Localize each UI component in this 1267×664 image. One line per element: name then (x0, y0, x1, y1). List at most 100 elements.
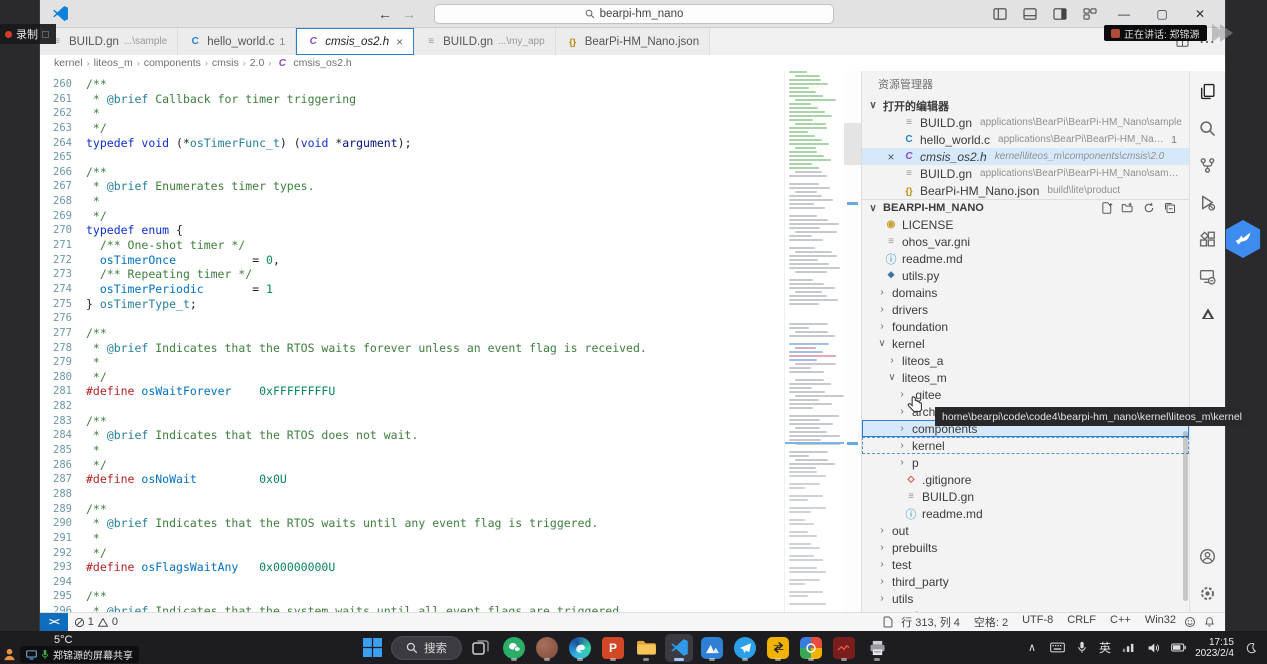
code-line[interactable]: 287#define osNoWait 0x0U (40, 472, 784, 487)
code-editor[interactable]: 260/**261 * @brief Callback for timer tr… (40, 71, 861, 612)
tree-item-prebuilts[interactable]: ›prebuilts (862, 539, 1189, 556)
start-button[interactable] (358, 634, 386, 662)
open-editor-item[interactable]: ×Ccmsis_os2.hkernel\liteos_m\components\… (862, 148, 1189, 165)
tree-item-kernel[interactable]: ›kernel (862, 437, 1189, 454)
refresh-icon[interactable] (1141, 202, 1156, 214)
focus-moon-icon[interactable] (1243, 642, 1259, 654)
code-line[interactable]: 264typedef void (*osTimerFunc_t) (void *… (40, 136, 784, 151)
tray-chevron-up-icon[interactable]: ∧ (1024, 641, 1040, 654)
editor-scrollbar[interactable] (844, 71, 861, 612)
code-line[interactable]: 288 (40, 487, 784, 502)
tab-close-icon[interactable]: × (396, 35, 403, 49)
code-line[interactable]: 269 */ (40, 209, 784, 224)
tab-BUILD.gn[interactable]: ≡BUILD.gn...\sample (40, 28, 178, 55)
code-line[interactable]: 285 * (40, 443, 784, 458)
tree-item-test[interactable]: ›test (862, 556, 1189, 573)
tree-item-.gitignore[interactable]: ⬦.gitignore (862, 471, 1189, 488)
code-line[interactable]: 293#define osFlagsWaitAny 0x00000000U (40, 560, 784, 575)
code-line[interactable]: 263 */ (40, 121, 784, 136)
tray-clock[interactable]: 17:15 2023/2/4 (1195, 637, 1234, 659)
app-transfer-tool[interactable] (764, 634, 792, 662)
battery-icon[interactable] (1170, 643, 1186, 652)
code-line[interactable]: 274 osTimerPeriodic = 1 (40, 282, 784, 297)
code-line[interactable]: 286 */ (40, 458, 784, 473)
app-wechat[interactable] (500, 634, 528, 662)
tree-item-ohos_var.gni[interactable]: ≡ohos_var.gni (862, 233, 1189, 250)
project-header[interactable]: ∨ BEARPI-HM_NANO (862, 199, 1189, 216)
tree-item-BUILD.gn[interactable]: ≡BUILD.gn (862, 488, 1189, 505)
breadcrumb-item[interactable]: components (144, 57, 201, 69)
explorer-icon[interactable] (1190, 73, 1225, 110)
volume-icon[interactable] (1145, 642, 1161, 654)
nav-back-icon[interactable]: ← (378, 6, 392, 22)
code-line[interactable]: 281#define osWaitForever 0xFFFFFFFFU (40, 384, 784, 399)
code-line[interactable]: 296 * @brief Indicates that the system w… (40, 604, 784, 612)
tab-BearPi-HM_Nano.json[interactable]: {}BearPi-HM_Nano.json (556, 28, 710, 55)
tree-item-readme.md[interactable]: ⓘreadme.md (862, 250, 1189, 267)
open-editor-item[interactable]: Chello_world.capplications\BearPi\BearPi… (862, 131, 1189, 148)
tree-item-out[interactable]: ›out (862, 522, 1189, 539)
code-line[interactable]: 268 * (40, 194, 784, 209)
account-icon[interactable] (1190, 538, 1225, 575)
code-line[interactable]: 279 * (40, 355, 784, 370)
app-vscode[interactable] (665, 634, 693, 662)
code-line[interactable]: 284 * @brief Indicates that the RTOS doe… (40, 428, 784, 443)
remote-explorer-icon[interactable] (1190, 258, 1225, 295)
tree-item-vendor[interactable]: ∨vendor (862, 607, 1189, 612)
breadcrumb-file[interactable]: cmsis_os2.h (293, 57, 351, 69)
code-line[interactable]: 278 * @brief Indicates that the RTOS wai… (40, 341, 784, 356)
tree-item-domains[interactable]: ›domains (862, 284, 1189, 301)
deveco-tool-icon[interactable] (1190, 295, 1225, 332)
tree-item-drivers[interactable]: ›drivers (862, 301, 1189, 318)
tree-item-foundation[interactable]: ›foundation (862, 318, 1189, 335)
app-telegram[interactable] (731, 634, 759, 662)
breadcrumb-item[interactable]: 2.0 (250, 57, 265, 69)
file-status-icon[interactable] (883, 616, 893, 628)
status-item[interactable]: C++ (1110, 614, 1131, 630)
network-icon[interactable] (1120, 642, 1136, 653)
code-line[interactable]: 271 /** One-shot timer */ (40, 238, 784, 253)
app-powerpoint[interactable]: P (599, 634, 627, 662)
microphone-icon[interactable] (1074, 641, 1090, 654)
extensions-icon[interactable] (1190, 221, 1225, 258)
app-photo-tool[interactable] (698, 634, 726, 662)
code-line[interactable]: 262 * (40, 106, 784, 121)
tree-item-utils[interactable]: ›utils (862, 590, 1189, 607)
breadcrumb-item[interactable]: cmsis (212, 57, 239, 69)
new-file-icon[interactable] (1099, 202, 1114, 214)
code-line[interactable]: 282 (40, 399, 784, 414)
close-icon[interactable]: × (884, 150, 898, 164)
code-line[interactable]: 266/** (40, 165, 784, 180)
code-line[interactable]: 272 osTimerOnce = 0, (40, 253, 784, 268)
code-line[interactable]: 273 /** Repeating timer */ (40, 267, 784, 282)
app-print-tool[interactable] (863, 634, 891, 662)
status-item[interactable]: UTF-8 (1022, 614, 1053, 630)
toggle-sidebar-icon[interactable] (987, 4, 1013, 24)
open-editor-item[interactable]: ≡BUILD.gnapplications\BearPi\BearPi-HM_N… (862, 165, 1189, 182)
tree-item-liteos_a[interactable]: ›liteos_a (862, 352, 1189, 369)
tab-BUILD.gn[interactable]: ≡BUILD.gn...\my_app (414, 28, 556, 55)
minimap[interactable] (784, 71, 844, 612)
toggle-secondary-sidebar-icon[interactable] (1047, 4, 1073, 24)
open-editor-item[interactable]: ≡BUILD.gnapplications\BearPi\BearPi-HM_N… (862, 114, 1189, 131)
source-control-icon[interactable] (1190, 147, 1225, 184)
status-item[interactable]: 空格: 2 (974, 614, 1008, 630)
code-line[interactable]: 275} osTimerType_t; (40, 297, 784, 312)
problems-indicator[interactable]: 1 0 (68, 616, 124, 628)
minimize-button[interactable]: — (1107, 2, 1141, 26)
collapse-all-icon[interactable] (1162, 202, 1177, 214)
tab-hello_world.c[interactable]: Chello_world.c1 (178, 28, 296, 55)
app-profile-circle[interactable] (533, 634, 561, 662)
app-edge-browser[interactable] (566, 634, 594, 662)
tree-item-readme.md[interactable]: ⓘreadme.md (862, 505, 1189, 522)
code-line[interactable]: 295/** (40, 589, 784, 604)
tree-item-liteos_m[interactable]: ∨liteos_m (862, 369, 1189, 386)
feedback-icon[interactable] (1184, 616, 1196, 628)
tree-item-kernel[interactable]: ∨kernel (862, 335, 1189, 352)
code-line[interactable]: 294 (40, 575, 784, 590)
code-line[interactable]: 260/** (40, 77, 784, 92)
code-line[interactable]: 265 (40, 150, 784, 165)
command-center-search[interactable]: bearpi-hm_nano (434, 4, 834, 24)
code-line[interactable]: 277/** (40, 326, 784, 341)
breadcrumb-item[interactable]: liteos_m (94, 57, 133, 69)
